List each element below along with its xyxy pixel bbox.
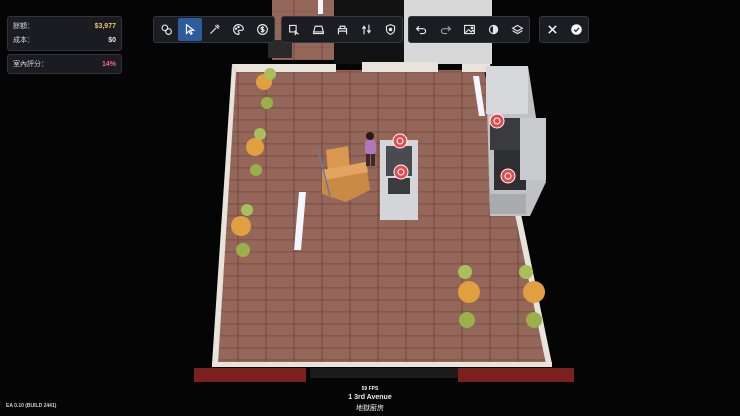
objects-button[interactable]	[154, 18, 178, 41]
build-version: EA 0.10 (BUILD 2441)	[6, 403, 57, 409]
rating-label: 室內評分：	[13, 61, 48, 68]
entrance	[310, 368, 458, 378]
shield-button[interactable]	[378, 18, 402, 41]
money-label: 餘額：	[13, 23, 34, 30]
lighting-icon	[488, 24, 498, 35]
location-name: 1 3rd Avenue	[348, 394, 392, 401]
toolbar-history	[408, 16, 530, 43]
toolbar-edit	[153, 16, 275, 43]
paint-button[interactable]	[226, 18, 250, 41]
counter-icon	[312, 25, 324, 35]
station-button[interactable]	[330, 18, 354, 41]
place-button[interactable]	[282, 18, 306, 41]
alert-marker[interactable]	[393, 164, 409, 180]
layers-button[interactable]	[505, 18, 529, 41]
alert-marker[interactable]	[489, 113, 505, 129]
lighting-button[interactable]	[481, 18, 505, 41]
select-icon	[185, 23, 195, 36]
rating-panel: 室內評分： 14%	[7, 54, 122, 74]
redo-button[interactable]	[433, 18, 457, 41]
undo-button[interactable]	[409, 18, 433, 41]
cancel-button[interactable]	[540, 18, 564, 41]
shield-icon	[385, 24, 395, 35]
toolbar-build	[281, 16, 403, 43]
objects-icon	[160, 24, 172, 35]
money-value: $3,977	[94, 22, 116, 30]
kitchen-appliances	[486, 66, 546, 216]
route-icon	[361, 24, 371, 35]
alert-marker[interactable]	[392, 133, 408, 149]
money-icon	[256, 24, 268, 35]
redo-icon	[440, 25, 451, 35]
confirm-icon	[570, 24, 582, 35]
select-button[interactable]	[178, 18, 202, 41]
eyedropper-button[interactable]	[202, 18, 226, 41]
finance-panel: 餘額： $3,977 成本： $0	[7, 16, 122, 51]
cost-label: 成本：	[13, 37, 34, 44]
rating-value: 14%	[101, 60, 116, 68]
alert-marker[interactable]	[500, 168, 516, 184]
undo-icon	[415, 25, 426, 35]
route-button[interactable]	[354, 18, 378, 41]
room-name: 地獄廚房	[356, 405, 384, 412]
fps-counter: 59 FPS	[361, 386, 379, 392]
layers-icon	[510, 24, 524, 35]
screenshot-button[interactable]	[457, 18, 481, 41]
cost-value: $0	[108, 36, 116, 44]
toolbar-confirm	[539, 16, 589, 43]
counter-button[interactable]	[306, 18, 330, 41]
paint-icon	[232, 24, 244, 35]
confirm-button[interactable]	[564, 18, 588, 41]
station-icon	[337, 25, 347, 35]
image-icon	[463, 24, 475, 35]
close-icon	[547, 25, 557, 34]
money-button[interactable]	[250, 18, 274, 41]
center-counter	[380, 140, 418, 220]
place-icon	[288, 24, 299, 36]
eyedropper-icon	[209, 24, 220, 34]
